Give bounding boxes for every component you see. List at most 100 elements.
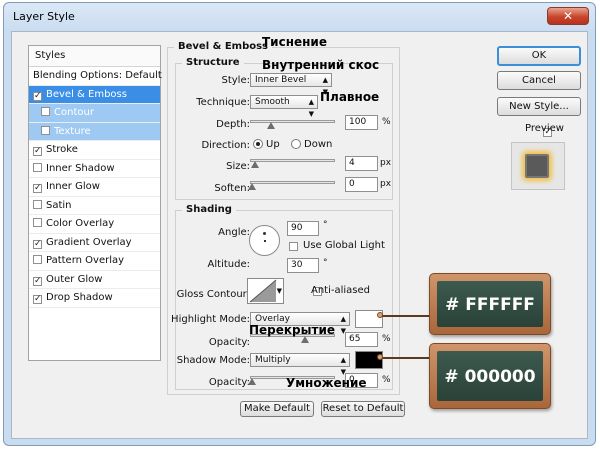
styles-item-texture[interactable]: Texture	[29, 122, 160, 141]
highlight-opacity-unit: %	[382, 334, 391, 344]
bevel-emboss-checkbox[interactable]: ✓	[33, 91, 42, 101]
shadow-opacity-label: Opacity:	[208, 377, 250, 388]
styles-item-label: Inner Shadow	[46, 162, 115, 174]
styles-item-bevel-emboss[interactable]: ✓ Bevel & Emboss	[29, 85, 160, 104]
styles-item-label: Gradient Overlay	[46, 236, 132, 248]
size-label: Size:	[226, 161, 250, 172]
anti-aliased-label: Anti-aliased	[311, 285, 371, 296]
outer-glow-checkbox[interactable]: ✓	[33, 276, 42, 286]
styles-item-satin[interactable]: Satin	[29, 197, 160, 215]
depth-label: Depth:	[216, 119, 250, 130]
styles-item-inner-shadow[interactable]: Inner Shadow	[29, 160, 160, 178]
styles-item-inner-glow[interactable]: ✓ Inner Glow	[29, 178, 160, 197]
angle-unit: °	[323, 220, 328, 230]
use-global-light-label: Use Global Light	[303, 240, 385, 251]
title-bar: Layer Style ✕	[4, 3, 595, 31]
depth-slider-track[interactable]	[250, 120, 335, 123]
angle-dial-handle	[263, 232, 266, 235]
shadow-opacity-unit: %	[382, 375, 391, 385]
inner-glow-checkbox[interactable]: ✓	[33, 184, 42, 193]
soften-slider-track[interactable]	[250, 181, 335, 184]
satin-checkbox[interactable]	[33, 199, 42, 209]
annotation-tisnenie: Тиснение	[262, 35, 327, 49]
soften-slider-thumb[interactable]	[248, 183, 256, 190]
technique-label: Technique:	[196, 97, 250, 108]
highlight-mode-label: Highlight Mode:	[171, 314, 250, 325]
styles-item-pattern-overlay[interactable]: Pattern Overlay	[29, 252, 160, 271]
size-input[interactable]: 4	[345, 156, 378, 171]
new-style-button[interactable]: New Style...	[497, 97, 581, 116]
styles-item-label: Inner Glow	[46, 181, 100, 192]
size-slider-thumb[interactable]	[251, 161, 259, 168]
callout-board-black: # 000000	[429, 343, 551, 409]
callout-board-white-text: # FFFFFF	[437, 281, 543, 327]
styles-item-blending-options[interactable]: Blending Options: Default	[29, 67, 162, 86]
altitude-unit: °	[323, 258, 328, 268]
styles-item-stroke[interactable]: ✓ Stroke	[29, 141, 160, 160]
soften-unit: px	[380, 179, 392, 189]
styles-item-label: Texture	[54, 125, 91, 137]
altitude-label: Altitude:	[207, 259, 250, 270]
drop-shadow-checkbox[interactable]: ✓	[33, 295, 42, 304]
styles-item-label: Pattern Overlay	[46, 255, 125, 266]
angle-input[interactable]: 90	[287, 221, 319, 236]
select-arrows-icon: ▲ ▼	[308, 98, 314, 118]
chevron-down-icon: ▼	[276, 287, 282, 295]
inner-shadow-checkbox[interactable]	[33, 162, 42, 172]
ok-button[interactable]: OK	[497, 46, 581, 66]
altitude-input[interactable]: 30	[287, 258, 319, 273]
callout-pin-white	[377, 312, 383, 318]
styles-item-outer-glow[interactable]: ✓ Outer Glow	[29, 271, 160, 289]
direction-up-radio[interactable]	[253, 139, 263, 149]
styles-item-contour[interactable]: Contour	[29, 104, 160, 123]
styles-item-label: Stroke	[46, 144, 78, 155]
direction-label: Direction:	[201, 140, 250, 151]
styles-item-label: Bevel & Emboss	[46, 88, 127, 100]
styles-item-label: Blending Options: Default	[33, 70, 162, 81]
shadow-mode-select[interactable]: Multiply ▲ ▼	[250, 353, 350, 376]
reset-to-default-button[interactable]: Reset to Default	[321, 401, 405, 417]
technique-select-value: Smooth	[255, 97, 290, 107]
highlight-opacity-slider-thumb[interactable]	[301, 336, 309, 343]
angle-dial-center	[264, 240, 266, 242]
styles-item-label: Outer Glow	[46, 273, 103, 285]
contour-checkbox[interactable]	[41, 107, 50, 116]
preview-swatch	[525, 154, 549, 178]
texture-checkbox[interactable]	[41, 125, 50, 135]
callout-wire-white	[381, 315, 433, 317]
soften-input[interactable]: 0	[345, 177, 378, 192]
highlight-opacity-input[interactable]: 65	[345, 332, 378, 347]
bevel-emboss-title: Bevel & Emboss	[174, 41, 272, 52]
stroke-checkbox[interactable]: ✓	[33, 147, 42, 156]
direction-down-label: Down	[304, 139, 333, 150]
styles-item-label: Drop Shadow	[46, 292, 113, 303]
styles-item-color-overlay[interactable]: Color Overlay	[29, 215, 160, 234]
gloss-contour-picker[interactable]: ▼	[247, 278, 284, 304]
annotation-vnutrenniy-skos: Внутренний скос	[262, 58, 380, 72]
gloss-contour-label: Gloss Contour:	[176, 289, 250, 300]
close-button[interactable]: ✕	[547, 7, 589, 25]
shadow-opacity-slider-thumb[interactable]	[248, 378, 256, 385]
size-slider-track[interactable]	[250, 159, 335, 162]
gradient-overlay-checkbox[interactable]: ✓	[33, 239, 42, 249]
angle-dial[interactable]	[249, 225, 280, 256]
use-global-light-checkbox[interactable]	[289, 242, 298, 251]
pattern-overlay-checkbox[interactable]	[33, 255, 42, 264]
shading-title: Shading	[182, 204, 236, 215]
annotation-perekrytie: Перекрытие	[249, 323, 335, 337]
make-default-button[interactable]: Make Default	[240, 401, 314, 417]
depth-slider-thumb[interactable]	[267, 122, 275, 129]
styles-item-label: Color Overlay	[46, 218, 115, 229]
styles-item-gradient-overlay[interactable]: ✓ Gradient Overlay	[29, 234, 160, 252]
highlight-opacity-label: Opacity:	[208, 337, 250, 348]
color-overlay-checkbox[interactable]	[33, 218, 42, 227]
shadow-mode-value: Multiply	[255, 355, 291, 365]
depth-input[interactable]: 100	[345, 115, 378, 130]
cancel-button[interactable]: Cancel	[497, 71, 581, 90]
annotation-plavnoe: Плавное	[320, 90, 380, 104]
style-select[interactable]: Inner Bevel ▲ ▼	[250, 73, 332, 96]
styles-item-drop-shadow[interactable]: ✓ Drop Shadow	[29, 289, 160, 308]
technique-select[interactable]: Smooth ▲ ▼	[250, 95, 318, 118]
direction-down-radio[interactable]	[291, 139, 301, 149]
styles-item-label: Contour	[54, 107, 94, 118]
